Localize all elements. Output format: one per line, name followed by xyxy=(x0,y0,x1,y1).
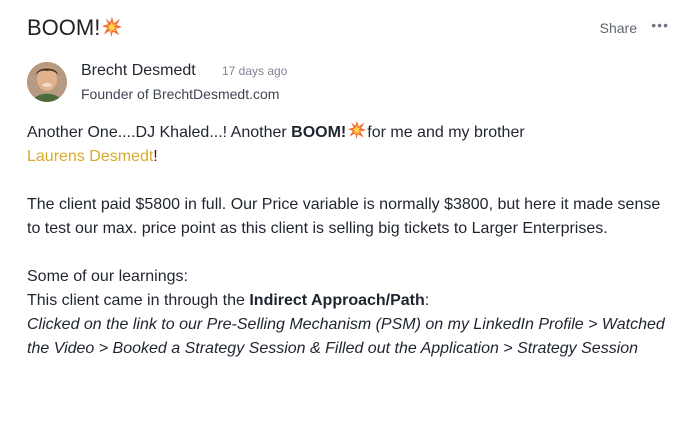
learnings-heading: Some of our learnings: xyxy=(27,268,188,285)
intro-line-2: Laurens Desmedt! xyxy=(27,145,677,169)
post-title-text: BOOM! xyxy=(27,15,101,40)
boom-text: BOOM! xyxy=(291,124,347,141)
ellipsis-icon[interactable]: ••• xyxy=(651,17,669,33)
post-timestamp: 17 days ago xyxy=(222,64,288,78)
mention-link[interactable]: Laurens Desmedt xyxy=(27,148,153,165)
learning-suffix: : xyxy=(424,292,430,309)
price-paragraph: The client paid $5800 in full. Our Price… xyxy=(27,196,661,237)
learning-steps: Clicked on the link to our Pre-Selling M… xyxy=(27,316,665,357)
intro-text: Another One....DJ Khaled...! Another xyxy=(27,124,292,141)
intro-line-1: Another One....DJ Khaled...! Another BOO… xyxy=(27,120,677,145)
collision-emoji-icon xyxy=(102,16,123,38)
author-photo xyxy=(27,62,67,102)
learning-bold: Indirect Approach/Path xyxy=(249,292,425,309)
share-button[interactable]: Share xyxy=(600,20,637,36)
intro-suffix: for me and my brother xyxy=(367,124,525,141)
author-name[interactable]: Brecht Desmedt xyxy=(81,62,196,80)
post-title: BOOM! xyxy=(27,14,123,42)
post-body: Another One....DJ Khaled...! Another BOO… xyxy=(27,120,677,361)
collision-emoji-icon xyxy=(348,120,367,140)
mention-suffix: ! xyxy=(153,148,158,165)
learning-line: This client came in through the Indirect… xyxy=(27,289,677,313)
post-header: BOOM! Share ••• xyxy=(27,14,672,44)
author-role: Founder of BrechtDesmedt.com xyxy=(81,86,280,102)
avatar[interactable] xyxy=(27,62,67,102)
learning-prefix: This client came in through the xyxy=(27,292,250,309)
